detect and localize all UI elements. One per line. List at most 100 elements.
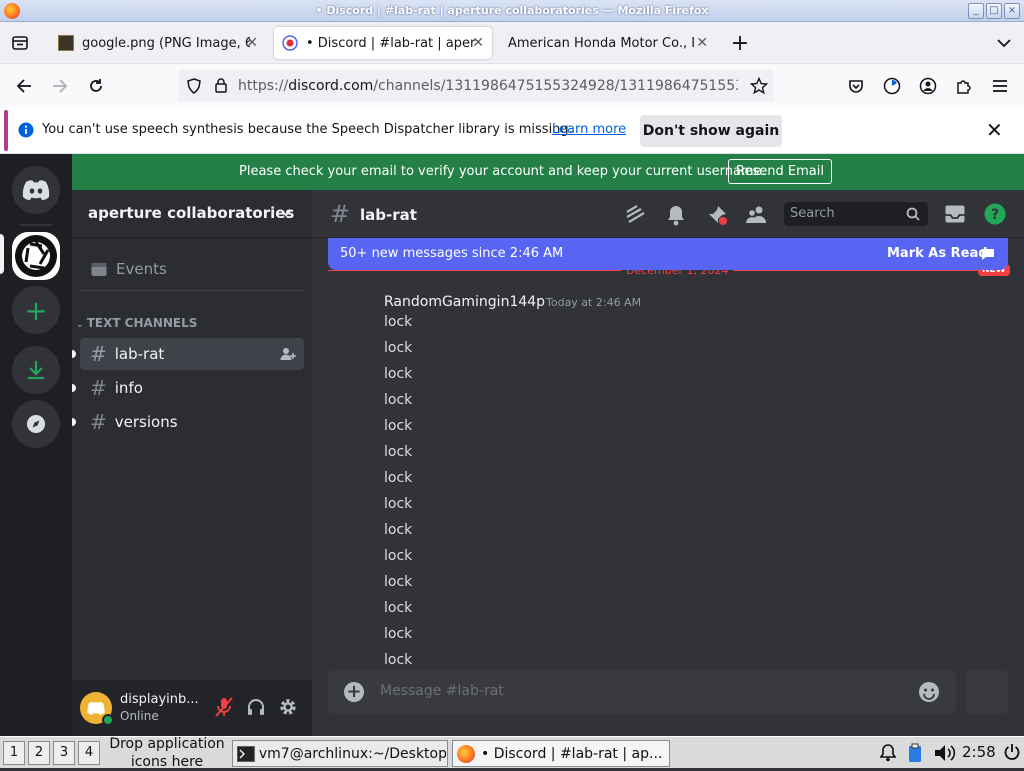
task-firefox-discord[interactable]: • Discord | #lab-rat | ap... [452, 740, 670, 767]
workspace-4-button[interactable]: 4 [78, 741, 100, 765]
lock-icon[interactable] [214, 77, 228, 93]
firefox-logo-icon [457, 744, 475, 763]
chevron-down-icon [280, 209, 292, 217]
notification-bell-tray-icon[interactable] [880, 744, 896, 762]
tab-label: google.png (PNG Image, 6 [82, 35, 250, 51]
volume-icon[interactable] [934, 744, 956, 762]
hash-icon: # [90, 410, 107, 434]
avatar[interactable] [80, 692, 114, 726]
tab-list-chevron-icon[interactable] [992, 31, 1016, 55]
extensions-puzzle-icon[interactable] [952, 74, 976, 98]
message-line[interactable]: lock [384, 444, 412, 460]
firefox-account-timer-icon[interactable] [880, 74, 904, 98]
hash-icon: # [90, 342, 107, 366]
emoji-smile-icon[interactable] [918, 681, 940, 703]
resend-email-button[interactable]: Resend Email [728, 159, 832, 184]
url-text[interactable]: https://discord.com/channels/13119864751… [238, 78, 738, 94]
new-tab-button[interactable]: + [728, 31, 752, 56]
tracking-shield-icon[interactable] [186, 78, 202, 94]
server-aperture-icon[interactable] [12, 232, 60, 280]
workspace-3-button[interactable]: 3 [53, 741, 75, 765]
message-composer[interactable]: + Message #lab-rat [328, 670, 956, 714]
dont-show-again-button[interactable]: Don't show again [640, 115, 782, 147]
hamburger-menu-icon[interactable] [988, 74, 1012, 98]
username: displayinb... [120, 692, 199, 707]
composer-placeholder: Message #lab-rat [380, 683, 504, 699]
close-window-button[interactable]: × [1004, 3, 1020, 19]
search-input[interactable]: Search [784, 202, 928, 226]
tab-google-png[interactable]: google.png (PNG Image, 6 ✕ [50, 27, 266, 59]
close-tab-icon[interactable]: ✕ [246, 35, 258, 51]
channel-lab-rat[interactable]: # lab-rat [72, 338, 304, 370]
workspace-1-button[interactable]: 1 [3, 741, 25, 765]
url-bar[interactable]: https://discord.com/channels/13119864751… [178, 70, 774, 102]
message-line[interactable]: lock [384, 496, 412, 512]
message-line[interactable]: lock [384, 548, 412, 564]
close-tab-icon[interactable]: ✕ [472, 35, 484, 51]
server-header[interactable]: aperture collaboratories [72, 190, 312, 238]
tab-discord[interactable]: • Discord | #lab-rat | aper ✕ [274, 27, 492, 59]
headphones-icon[interactable] [246, 697, 266, 717]
learn-more-link[interactable]: Learn more [552, 122, 626, 137]
message-line[interactable]: lock [384, 314, 412, 330]
message-line[interactable]: lock [384, 574, 412, 590]
threads-icon[interactable] [624, 204, 646, 226]
tab-honda[interactable]: American Honda Motor Co., In ✕ [500, 27, 716, 59]
workspace-2-button[interactable]: 2 [28, 741, 50, 765]
notification-bell-icon[interactable] [666, 204, 686, 226]
message-line[interactable]: lock [384, 418, 412, 434]
message-line[interactable]: lock [384, 392, 412, 408]
message-line[interactable]: lock [384, 522, 412, 538]
window-titlebar[interactable]: • Discord | #lab-rat | aperture collabor… [0, 0, 1024, 22]
firefox-view-icon[interactable] [8, 31, 32, 55]
muted-microphone-icon[interactable] [214, 696, 234, 718]
bookmark-star-icon[interactable] [750, 77, 768, 95]
back-button[interactable] [12, 74, 36, 98]
minimize-button[interactable]: _ [968, 3, 984, 19]
account-icon[interactable] [916, 74, 940, 98]
member-list-icon[interactable] [746, 204, 768, 226]
speech-synthesis-notification: You can't use speech synthesis because t… [0, 108, 1024, 154]
message-line[interactable]: lock [384, 340, 412, 356]
server-list: + [0, 154, 72, 736]
navigation-bar: https://discord.com/channels/13119864751… [0, 64, 1024, 108]
clipboard-tray-icon[interactable] [908, 743, 922, 763]
category-text-channels[interactable]: ⌄ TEXT CHANNELS [76, 316, 197, 330]
explore-compass-icon[interactable] [12, 400, 60, 448]
invite-member-icon[interactable] [280, 346, 296, 362]
server-name: aperture collaboratories [88, 204, 295, 222]
user-settings-gear-icon[interactable] [278, 697, 298, 717]
message-line[interactable]: lock [384, 366, 412, 382]
channel-info[interactable]: # info [72, 372, 304, 404]
task-terminal[interactable]: vm7@archlinux:~/Desktop [232, 740, 448, 767]
maximize-button[interactable]: □ [986, 3, 1002, 19]
sidebar-divider [80, 290, 304, 291]
message-line[interactable]: lock [384, 626, 412, 642]
message-line[interactable]: lock [384, 652, 412, 668]
message-author[interactable]: RandomGamingin144p [384, 294, 545, 310]
new-messages-bar[interactable]: 50+ new messages since 2:46 AM Mark As R… [328, 238, 1008, 270]
pocket-icon[interactable] [844, 74, 868, 98]
help-icon[interactable]: ? [984, 203, 1006, 225]
launcher-drop-hint: Drop application icons here [109, 736, 225, 770]
power-icon[interactable] [1004, 743, 1020, 761]
message-line[interactable]: lock [384, 470, 412, 486]
pinned-messages-icon[interactable] [706, 204, 728, 226]
inbox-icon[interactable] [944, 204, 966, 224]
unread-indicator [72, 350, 76, 358]
close-tab-icon[interactable]: ✕ [696, 35, 708, 51]
discord-home-icon[interactable] [12, 166, 60, 214]
add-server-icon[interactable]: + [12, 286, 60, 334]
attach-plus-icon[interactable]: + [344, 682, 364, 702]
message-line[interactable]: lock [384, 600, 412, 616]
download-apps-icon[interactable] [12, 346, 60, 394]
discord-app: + Please check your email to verify your… [0, 154, 1024, 736]
reload-button[interactable] [84, 74, 108, 98]
close-notification-icon[interactable]: ✕ [986, 118, 1003, 142]
channel-versions[interactable]: # versions [72, 406, 304, 438]
forward-button[interactable] [48, 74, 72, 98]
calendar-icon [91, 263, 107, 276]
events-item[interactable]: Events [80, 252, 304, 286]
channel-name: lab-rat [114, 345, 165, 363]
mark-as-read-button[interactable]: Mark As Read [887, 246, 988, 261]
